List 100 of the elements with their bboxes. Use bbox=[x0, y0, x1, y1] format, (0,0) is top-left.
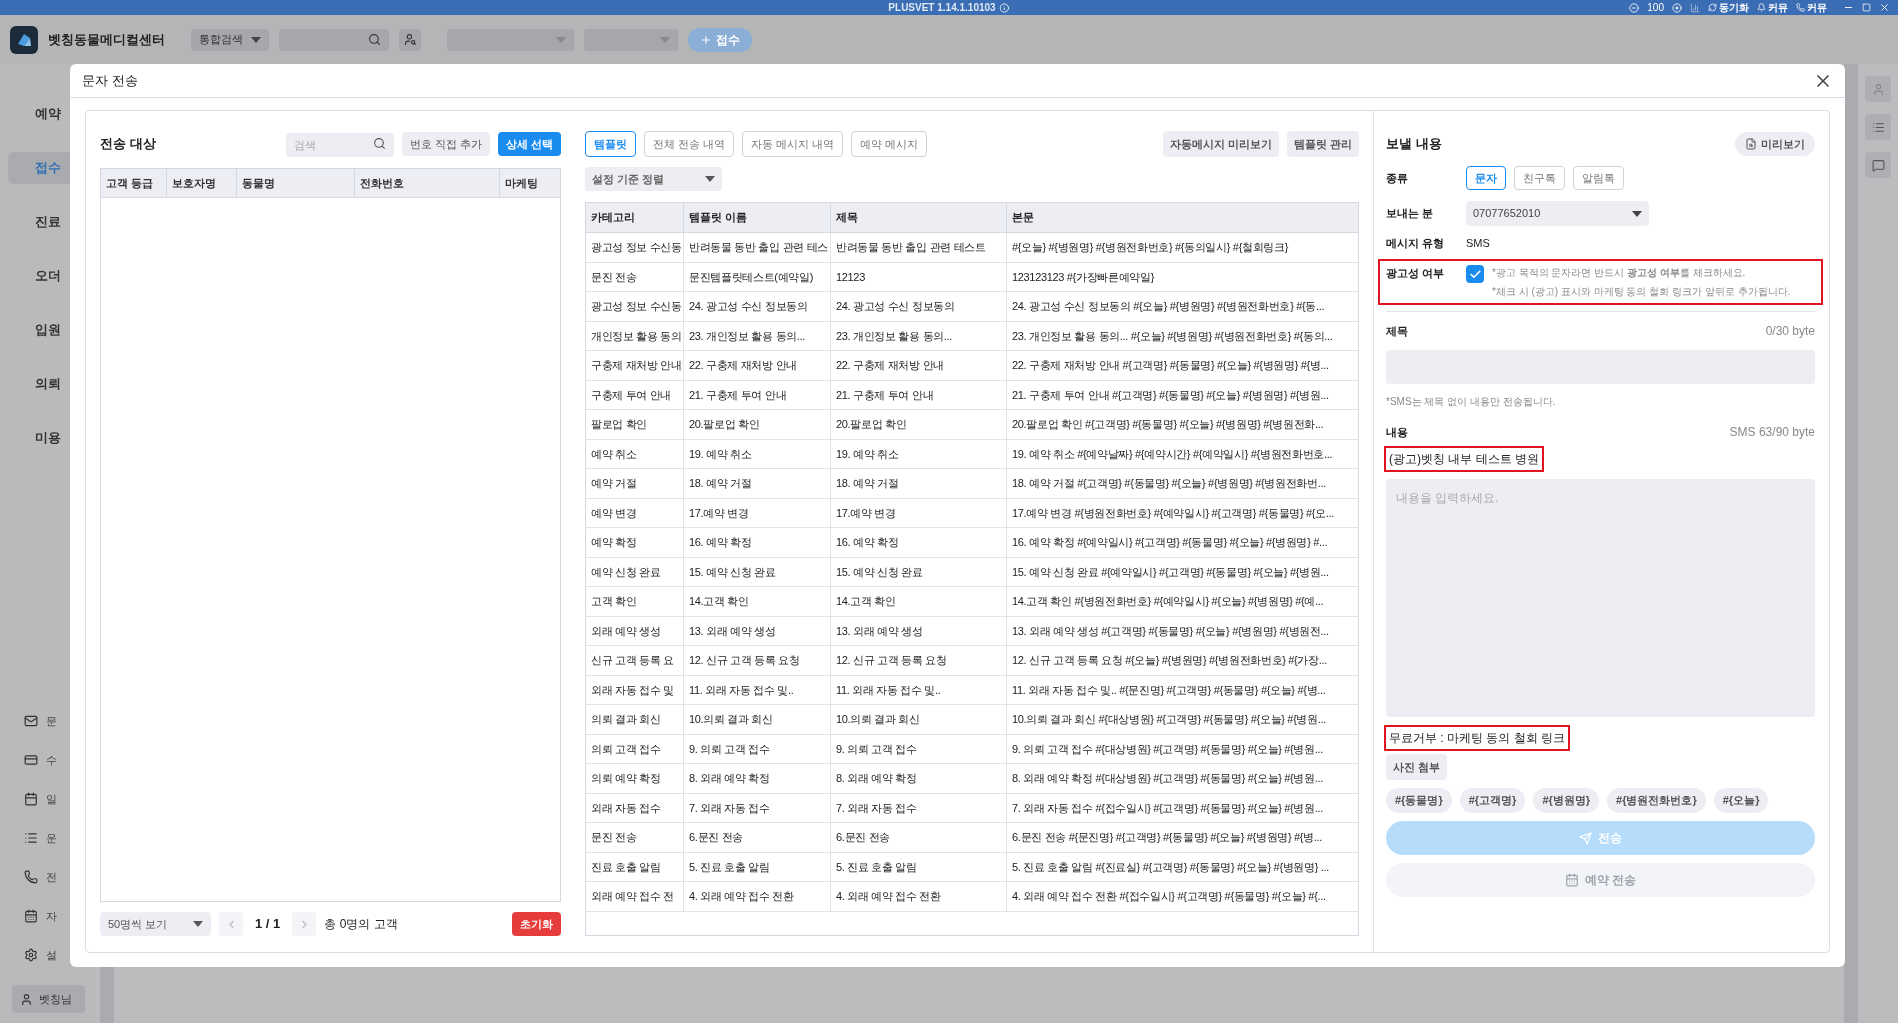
sort-dropdown[interactable]: 설정 기준 정렬 bbox=[585, 167, 722, 191]
top-action[interactable]: 동기화 bbox=[1708, 0, 1749, 15]
search-icon bbox=[368, 33, 381, 46]
page-indicator: 1 / 1 bbox=[255, 915, 281, 934]
mail-icon bbox=[24, 714, 38, 728]
page-size-dropdown[interactable]: 50명씩 보기 bbox=[100, 912, 211, 936]
variable-chip[interactable]: #{오늘} bbox=[1713, 788, 1769, 813]
tool-item[interactable]: 운 bbox=[24, 828, 87, 848]
table-cell-text: 20.팔로업 확인 bbox=[689, 417, 760, 432]
table-cell-text: 13. 외래 예약 생성 bbox=[689, 623, 776, 639]
variable-chip[interactable]: #{고객명} bbox=[1459, 788, 1526, 813]
tab[interactable]: 전체 전송 내역 bbox=[644, 131, 735, 157]
table-cell-text: 예약 취소 bbox=[591, 446, 637, 462]
opt-out-text: 무료거부 : 마케팅 동의 철회 링크 bbox=[1386, 727, 1568, 749]
table-cell-text: 반려동물 동반 출입 관련 테스 bbox=[689, 240, 828, 255]
tab[interactable]: 자동 메시지 내역 bbox=[742, 131, 844, 157]
table-cell-text: 의뢰 결과 회신 bbox=[591, 712, 661, 727]
nav-item[interactable]: 의뢰 bbox=[8, 368, 88, 400]
type-tab[interactable]: 친구톡 bbox=[1514, 166, 1565, 190]
content-field[interactable]: 내용을 입력하세요. bbox=[1386, 479, 1815, 717]
preview-button[interactable]: 미리보기 bbox=[1735, 132, 1815, 156]
date-icon bbox=[24, 909, 38, 923]
table-cell-text: 의뢰 고객 접수 bbox=[591, 741, 661, 757]
table-cell-text: 15. 예약 신청 완료 bbox=[836, 564, 923, 580]
card-icon bbox=[24, 753, 38, 767]
next-page-button[interactable] bbox=[292, 912, 317, 936]
search-field[interactable] bbox=[279, 28, 389, 51]
ad-checkbox[interactable] bbox=[1466, 265, 1484, 283]
table-cell-text: 12123 bbox=[836, 269, 865, 285]
sms-note: *SMS는 제목 없이 내용만 전송됩니다. bbox=[1386, 395, 1557, 409]
field-label: 종류 bbox=[1386, 170, 1409, 186]
patient-search-button[interactable] bbox=[399, 28, 421, 51]
user-icon bbox=[1871, 82, 1885, 96]
top-action[interactable]: 커뮤 bbox=[1757, 0, 1788, 15]
caret-icon bbox=[1632, 210, 1642, 217]
table-cell-text: 16. 예약 확정 bbox=[689, 535, 752, 550]
column-header: 보호자명 bbox=[167, 169, 237, 197]
table-cell-text: 예약 변경 bbox=[591, 505, 637, 521]
table-cell-text: 16. 예약 확정 #{예약일시} #{고객명} #{동물명} #{오늘} #{병원명} #... bbox=[1012, 535, 1328, 550]
table-cell-text: 17.예약 변경 bbox=[836, 505, 896, 521]
close-icon[interactable] bbox=[1879, 2, 1890, 13]
zoom-in-icon[interactable] bbox=[1672, 2, 1682, 13]
attach-photo-button[interactable]: 사진 첨부 bbox=[1386, 754, 1448, 780]
maximize-icon[interactable] bbox=[1862, 3, 1871, 12]
table-cell-text: 개인정보 활용 동의 bbox=[591, 328, 682, 344]
type-tab[interactable]: 알림톡 bbox=[1573, 166, 1624, 190]
table-cell-text: 6.문진 전송 bbox=[689, 830, 743, 845]
table-cell-text: 18. 예약 거절 bbox=[836, 476, 899, 491]
tool-item[interactable]: 문 bbox=[24, 711, 87, 731]
caret-icon bbox=[251, 36, 261, 43]
search-scope-dropdown[interactable]: 통합검색 bbox=[191, 28, 269, 51]
nav-item[interactable]: 예약 bbox=[8, 98, 88, 130]
dialog-title: 문자 전송 bbox=[82, 71, 138, 90]
table-cell-text: 7. 외래 자동 접수 #{접수일시} #{고객명} #{동물명} #{오늘} #{병원... bbox=[1012, 800, 1323, 816]
tool-item[interactable]: 일 bbox=[24, 789, 87, 809]
table-cell-text: 문진 전송 bbox=[591, 269, 637, 285]
table-cell-text: 6.문진 전송 #{문진명} #{고객명} #{동물명} #{오늘} #{병원명} #{병... bbox=[1012, 830, 1322, 845]
tab[interactable]: 예약 메시지 bbox=[851, 131, 928, 157]
user-icon bbox=[20, 992, 33, 1006]
table-cell-text: 13. 외래 예약 생성 #{고객명} #{동물명} #{오늘} #{병원명} #{병원전... bbox=[1012, 623, 1329, 639]
calendar-icon bbox=[1564, 873, 1579, 887]
toolbar-button[interactable]: 템플릿 관리 bbox=[1286, 131, 1359, 157]
type-tab[interactable]: 문자 bbox=[1466, 166, 1506, 190]
toolbar-button[interactable]: 자동메시지 미리보기 bbox=[1162, 131, 1279, 157]
search-field[interactable]: 검색 bbox=[285, 132, 394, 157]
table-cell-text: 예약 신청 완료 bbox=[591, 564, 661, 580]
logo-icon bbox=[10, 25, 38, 54]
nav-item[interactable]: 미용 bbox=[8, 422, 88, 454]
nav-item[interactable]: 진료 bbox=[8, 206, 88, 238]
info-icon[interactable] bbox=[999, 2, 1010, 13]
column-header: 카테고리 bbox=[586, 203, 684, 232]
reset-button[interactable]: 초기화 bbox=[512, 912, 561, 936]
tool-item[interactable]: 설 bbox=[24, 945, 87, 965]
variable-chip[interactable]: #{병원명} bbox=[1533, 788, 1600, 813]
tool-item[interactable]: 수 bbox=[24, 750, 87, 770]
clinic-name: 벳칭동물메디컬센터 bbox=[48, 30, 165, 49]
side-icon-button[interactable] bbox=[1865, 152, 1891, 178]
table-cell-text: 팔로업 확인 bbox=[591, 417, 648, 432]
tool-item[interactable]: 전 bbox=[24, 867, 87, 887]
detail-select-button[interactable]: 상세 선택 bbox=[497, 132, 561, 156]
sender-dropdown[interactable]: 07077652010 bbox=[1466, 201, 1649, 226]
user-button[interactable]: 벳칭님 bbox=[12, 985, 85, 1013]
panel-title: 보낼 내용 bbox=[1386, 135, 1442, 154]
table-cell-text: 123123123 #{가장빠른예약일} bbox=[1012, 269, 1154, 285]
table-cell-text: 외래 예약 접수 전 bbox=[591, 889, 674, 904]
nav-item[interactable]: 오더 bbox=[8, 260, 88, 292]
variable-chip[interactable]: #{병원전화번호} bbox=[1607, 788, 1706, 813]
variable-chip[interactable]: #{동물명} bbox=[1386, 788, 1452, 813]
table-cell-text: 24. 광고성 수신 정보동의 #{오늘} #{병원명} #{병원전화번호} #{동... bbox=[1012, 299, 1325, 314]
zoom-out-icon[interactable] bbox=[1629, 2, 1640, 13]
side-icon-button[interactable] bbox=[1865, 76, 1891, 102]
add-number-button[interactable]: 번호 직접 추가 bbox=[401, 132, 490, 156]
table-cell-text: 11. 외래 자동 접수 및.. bbox=[689, 682, 794, 698]
top-action[interactable]: 커뮤 bbox=[1796, 0, 1827, 15]
nav-item[interactable]: 입원 bbox=[8, 314, 88, 346]
tool-item[interactable]: 자 bbox=[24, 906, 87, 926]
tab[interactable]: 템플릿 bbox=[585, 131, 636, 157]
table-cell-text: 18. 예약 거절 bbox=[689, 476, 752, 491]
table-cell-text: 14.고객 확인 #{병원전화번호} #{예약일시} #{오늘} #{병원명} #{예... bbox=[1012, 594, 1324, 609]
side-icon-button[interactable] bbox=[1865, 114, 1891, 140]
